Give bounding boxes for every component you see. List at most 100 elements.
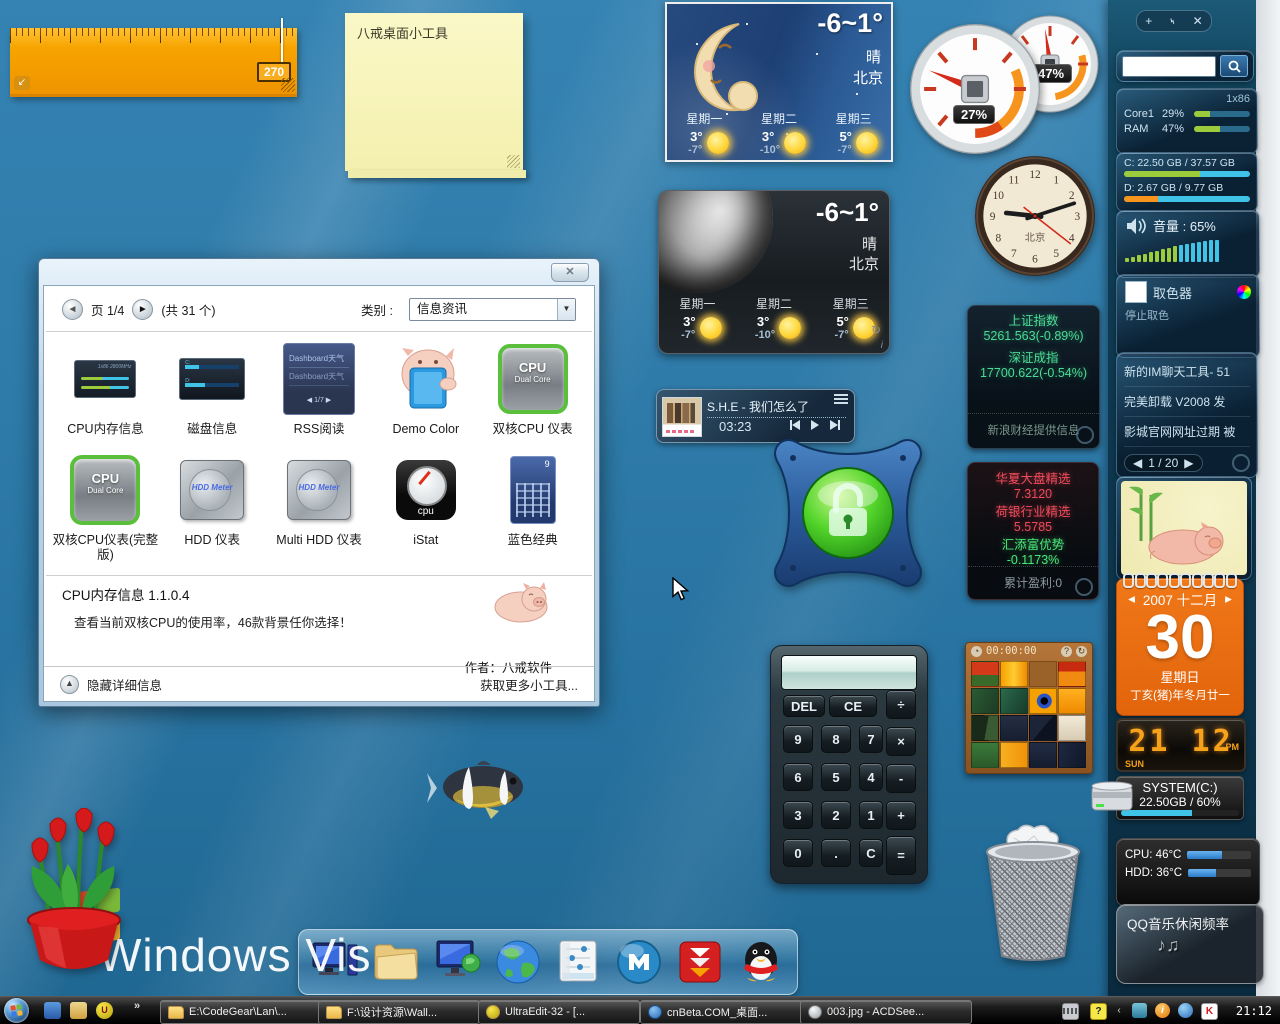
info-icon[interactable]: i xyxy=(881,340,883,351)
taskbar-task[interactable]: cnBeta.COM_桌面... xyxy=(640,1000,804,1024)
calendar-prev-icon[interactable]: ◂ xyxy=(1128,591,1135,607)
tray-qq-icon[interactable] xyxy=(1178,1003,1193,1018)
weather-cartoon-gadget[interactable]: -6~1° 晴 北京 星期一 3°-7° 星期二 3°-10° 星期三 5°-7… xyxy=(665,2,893,162)
calc-7-key[interactable]: 7 xyxy=(859,725,883,753)
hide-details-link[interactable]: 隐藏详细信息 xyxy=(87,675,162,694)
search-input[interactable] xyxy=(1122,56,1216,77)
cpu-meter-gadget[interactable]: 1x86 Core129% RAM47% xyxy=(1116,88,1258,154)
calc-c-key[interactable]: C xyxy=(859,839,883,867)
sidebar-controls[interactable]: + ⌁ ✕ xyxy=(1136,10,1212,32)
news-feed-gadget[interactable]: 新的IM聊天工具- 51 完美卸载 V2008 发 影城官网网址过期 被 ◀ 1… xyxy=(1116,352,1258,478)
collapse-icon[interactable]: ▲ xyxy=(60,675,79,694)
calc-9-key[interactable]: 9 xyxy=(783,725,813,753)
search-gadget[interactable] xyxy=(1116,50,1254,82)
volume-bars[interactable] xyxy=(1125,240,1251,262)
taskbar-task[interactable]: UltraEdit-32 - [... xyxy=(478,1000,640,1024)
color-wheel-icon[interactable] xyxy=(1237,285,1251,299)
weather-moon-gadget[interactable]: -6~1° 晴 北京 星期一 3°-7° 星期二 3°-10° 星期三 5°-7… xyxy=(658,190,890,354)
calc-plus-key[interactable]: + xyxy=(886,801,916,830)
gadget-item[interactable]: CPUDual Core 双核CPU仪表(完整版) xyxy=(52,451,159,563)
fund-gadget[interactable]: 华夏大盘精选 7.3120 荷银行业精选 5.5785 汇添富优势 -0.117… xyxy=(967,462,1099,600)
calc-1-key[interactable]: 1 xyxy=(859,801,883,829)
gadget-item[interactable]: Dashboard天气Dashboard天气 ◀ 1/7 ▶ RSS阅读 xyxy=(266,340,373,437)
dock-folder-icon[interactable] xyxy=(370,936,422,988)
quicklaunch-ultraedit-icon[interactable]: U xyxy=(96,1002,113,1019)
quicklaunch-overflow-chevron[interactable]: » xyxy=(134,1000,140,1012)
calc-del-key[interactable]: DEL xyxy=(783,695,825,717)
volume-gadget[interactable]: 音量 : 65% xyxy=(1116,210,1260,278)
calc-4-key[interactable]: 4 xyxy=(859,763,883,791)
dock-flashget-icon[interactable] xyxy=(674,936,726,988)
get-more-gadgets-link[interactable]: 获取更多小工具... xyxy=(480,675,578,694)
category-dropdown[interactable]: 信息资讯 ▼ xyxy=(409,298,576,321)
stop-picking-link[interactable]: 停止取色 xyxy=(1125,307,1251,323)
gadget-item[interactable]: cpu iStat xyxy=(372,451,479,563)
calc-8-key[interactable]: 8 xyxy=(821,725,851,753)
calc-3-key[interactable]: 3 xyxy=(783,801,813,829)
news-headline[interactable]: 完美卸载 V2008 发 xyxy=(1124,387,1250,417)
puzzle-gadget[interactable]: ◔ 00:00:00 ? ↻ xyxy=(965,642,1093,774)
search-button[interactable] xyxy=(1220,55,1248,77)
dock-settings-icon[interactable] xyxy=(552,936,604,988)
quicklaunch-folder-icon[interactable] xyxy=(70,1002,87,1019)
calculator-gadget[interactable]: DEL CE ÷ × - + = 9 8 7 6 5 4 3 2 1 0 . C xyxy=(770,645,928,884)
tray-info-icon[interactable]: i xyxy=(1155,1003,1170,1018)
calendar-gadget[interactable]: ◂ 2007 十二月 ▸ 30 星期日 丁亥(猪)年冬月廿一 xyxy=(1116,578,1244,716)
tray-collapse-chevron[interactable]: ‹ xyxy=(1114,1003,1124,1018)
page-prev-button[interactable]: ◄ xyxy=(62,299,83,320)
add-gadget-icon[interactable]: + xyxy=(1145,14,1152,28)
refresh-icon[interactable] xyxy=(1076,426,1094,444)
shuffle-icon[interactable]: ↻ xyxy=(1076,646,1087,657)
gadget-item[interactable]: HDD Meter HDD 仪表 xyxy=(159,451,266,563)
close-icon[interactable]: ✕ xyxy=(1193,14,1203,28)
calc-6-key[interactable]: 6 xyxy=(783,763,813,791)
taskbar-task[interactable]: F:\设计资源\Wall... xyxy=(318,1000,480,1024)
recycle-bin-gadget[interactable] xyxy=(980,822,1086,964)
puzzle-grid[interactable] xyxy=(971,661,1086,768)
dock-globe-icon[interactable] xyxy=(492,936,544,988)
help-icon[interactable]: ? xyxy=(1061,646,1072,657)
gadget-item[interactable]: C:D: 磁盘信息 xyxy=(159,340,266,437)
cpu-gauge[interactable] xyxy=(908,22,1042,156)
analog-clock-gadget[interactable]: 1212 345 678 91011 北京 xyxy=(973,154,1097,278)
qq-music-gadget[interactable]: QQ音乐休闲频率 ♪♫ xyxy=(1116,904,1264,984)
track-title[interactable]: S.H.E - 我们怎么了 xyxy=(707,398,846,418)
window-close-button[interactable]: ✕ xyxy=(551,263,589,282)
clownfish-gadget[interactable] xyxy=(425,755,535,821)
refresh-icon[interactable] xyxy=(1075,578,1093,596)
quicklaunch-desktop-icon[interactable] xyxy=(44,1002,61,1019)
gadget-manager-window[interactable]: ✕ ◄ 页 1/4 ► (共 31 个) 类别 : 信息资讯 ▼ 1x86 28… xyxy=(38,258,600,707)
news-prev-icon[interactable]: ◀ xyxy=(1133,456,1142,470)
news-headline[interactable]: 新的IM聊天工具- 51 xyxy=(1124,357,1250,387)
gadget-item[interactable]: 1x86 2800MHz CPU内存信息 xyxy=(52,340,159,437)
lock-gadget[interactable] xyxy=(763,428,933,598)
dock-display-icon[interactable] xyxy=(431,936,483,988)
refresh-icon[interactable]: ↻ xyxy=(871,323,881,337)
calc-ce-key[interactable]: CE xyxy=(829,695,877,717)
ruler-gadget[interactable]: 270 ↙ xyxy=(10,28,297,97)
taskbar-task[interactable]: 003.jpg - ACDSee... xyxy=(800,1000,972,1024)
color-picker-gadget[interactable]: 取色器 停止取色 xyxy=(1116,274,1260,358)
calc-2-key[interactable]: 2 xyxy=(821,801,851,829)
picture-frame-gadget[interactable] xyxy=(1116,476,1252,580)
tray-keyboard-icon[interactable] xyxy=(1062,1003,1079,1020)
sticky-note-gadget[interactable]: 八戒桌面小工具 xyxy=(345,13,523,171)
sticky-note-resize-handle[interactable] xyxy=(507,155,520,168)
gadget-item[interactable]: 蓝色经典 xyxy=(479,451,586,563)
page-next-button[interactable]: ► xyxy=(132,299,153,320)
calc-divide-key[interactable]: ÷ xyxy=(886,690,916,719)
calc-multiply-key[interactable]: × xyxy=(886,727,916,756)
gadget-item[interactable]: HDD Meter Multi HDD 仪表 xyxy=(266,451,373,563)
playlist-icon[interactable] xyxy=(834,394,848,404)
tray-app-icon[interactable] xyxy=(1132,1003,1147,1018)
dock[interactable] xyxy=(298,929,798,995)
start-button[interactable] xyxy=(4,998,29,1023)
taskbar-clock[interactable]: 21:12 xyxy=(1236,1004,1272,1018)
tray-antivirus-icon[interactable]: K xyxy=(1201,1003,1218,1020)
calendar-next-icon[interactable]: ▸ xyxy=(1225,591,1232,607)
calc-equals-key[interactable]: = xyxy=(886,836,916,875)
gadget-item[interactable]: Demo Color xyxy=(372,340,479,437)
refresh-icon[interactable] xyxy=(1232,454,1250,472)
tray-help-icon[interactable]: ? xyxy=(1090,1003,1107,1020)
gadget-item[interactable]: CPUDual Core 双核CPU 仪表 xyxy=(479,340,586,437)
